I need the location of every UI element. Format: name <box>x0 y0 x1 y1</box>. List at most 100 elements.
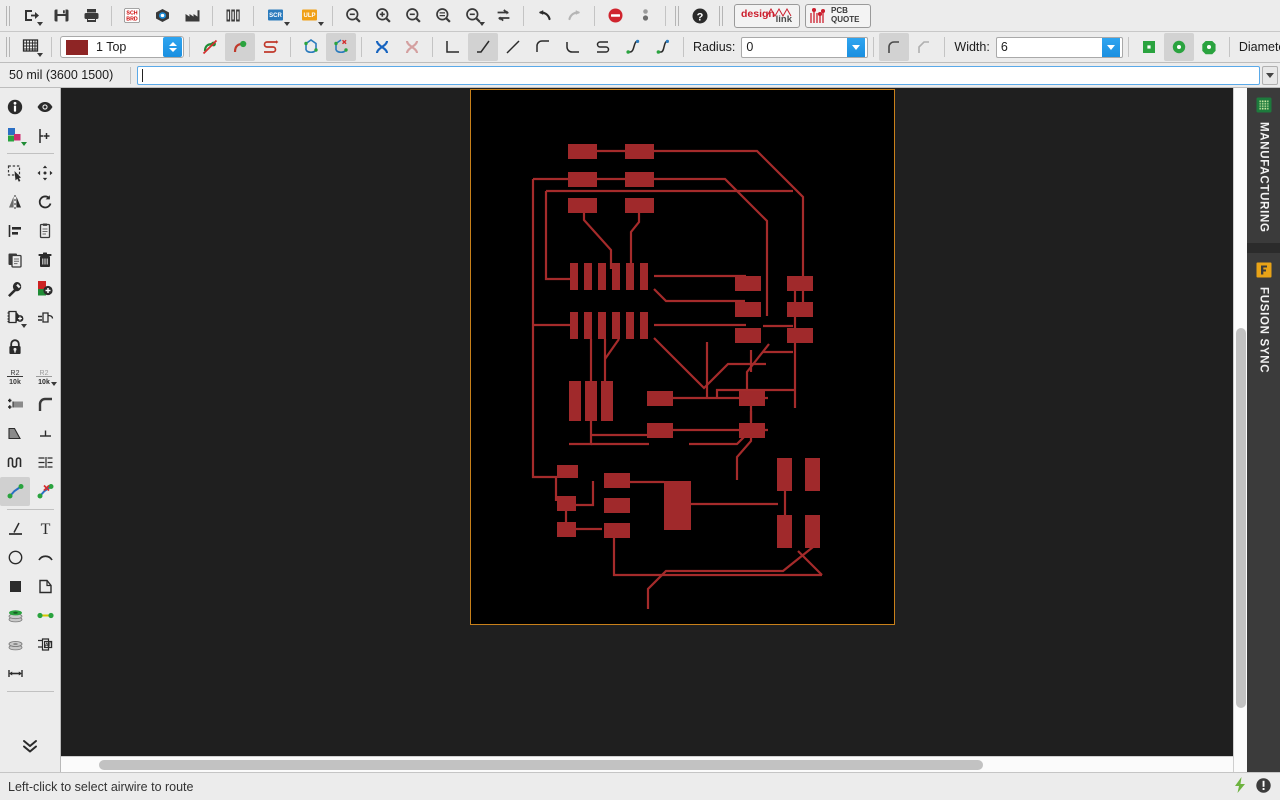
toolbar-drag-handle-3[interactable] <box>717 5 726 27</box>
command-input-box[interactable] <box>137 65 1260 85</box>
smash-tool[interactable] <box>0 390 30 419</box>
move-tool[interactable] <box>30 158 60 187</box>
show-tool[interactable] <box>30 92 60 121</box>
via-round-button[interactable] <box>1163 33 1194 61</box>
options-toolbar-drag-handle[interactable] <box>4 36 13 58</box>
ulp-caret-icon[interactable] <box>318 21 324 26</box>
width-field[interactable] <box>995 36 1123 58</box>
route-mode-straight-button[interactable] <box>367 33 397 61</box>
drc-status-button[interactable] <box>630 2 660 30</box>
value-tool[interactable]: R2 10k <box>30 361 60 390</box>
sidebar-expand-button[interactable] <box>15 731 45 760</box>
route-mode-curved-button[interactable] <box>397 33 427 61</box>
redraw-button[interactable] <box>488 2 518 30</box>
horizontal-scrollbar[interactable] <box>61 756 1233 772</box>
layers-caret-icon[interactable] <box>21 142 27 146</box>
radius-dropdown-button[interactable] <box>847 37 866 57</box>
dock-fusion-sync[interactable]: FUSION SYNC <box>1247 252 1280 772</box>
lock-tool[interactable] <box>0 332 30 361</box>
name-tool[interactable]: R2 10k <box>0 361 30 390</box>
horizontal-scroll-thumb[interactable] <box>99 759 983 770</box>
drc-on-button[interactable] <box>225 33 255 61</box>
notification-icon[interactable] <box>1255 777 1272 797</box>
value-caret-icon[interactable] <box>51 382 57 386</box>
command-input[interactable] <box>143 66 1259 84</box>
text-tool[interactable]: T <box>30 514 60 543</box>
dimension-tool[interactable] <box>0 659 30 688</box>
width-dropdown-button[interactable] <box>1101 37 1120 57</box>
walkaround-button[interactable] <box>255 33 285 61</box>
align-tool[interactable] <box>0 216 30 245</box>
print-button[interactable] <box>76 2 106 30</box>
arc-tool[interactable] <box>30 543 60 572</box>
zoom-selection-button[interactable] <box>428 2 458 30</box>
bend-style-arc-cw-button[interactable] <box>528 33 558 61</box>
via-tool[interactable] <box>0 601 30 630</box>
miter-bevel-button[interactable] <box>909 33 939 61</box>
circle-tool[interactable] <box>0 543 30 572</box>
switch-to-schematic-button[interactable]: SCH BRD <box>117 2 147 30</box>
toolbar-drag-handle[interactable] <box>4 5 13 27</box>
zoom-out-button[interactable] <box>338 2 368 30</box>
pcb-quote-button[interactable]: PCB QUOTE <box>805 3 871 28</box>
delete-tool[interactable] <box>30 245 60 274</box>
add-part-tool[interactable] <box>30 274 60 303</box>
shove-button[interactable] <box>296 33 326 61</box>
bend-style-curved-2-button[interactable] <box>648 33 678 61</box>
power-bolt-icon[interactable] <box>1232 776 1248 797</box>
rotate-tool[interactable] <box>30 187 60 216</box>
bend-style-curved-1-button[interactable] <box>618 33 648 61</box>
airwire-tool[interactable] <box>30 601 60 630</box>
paste-tool[interactable] <box>0 245 30 274</box>
toolbar-drag-handle-2[interactable] <box>673 5 682 27</box>
bend-style-45-button[interactable] <box>468 33 498 61</box>
rectangle-tool[interactable] <box>0 572 30 601</box>
drc-off-button[interactable] <box>195 33 225 61</box>
miter-tool[interactable] <box>30 390 60 419</box>
attribute-tool[interactable]: AT <box>30 630 60 659</box>
length-tool[interactable] <box>30 448 60 477</box>
design-link-button[interactable]: design link <box>734 3 800 28</box>
ripup-tool[interactable] <box>30 477 60 506</box>
script-caret-icon[interactable] <box>284 21 290 26</box>
replace-tool[interactable] <box>0 303 30 332</box>
3d-view-button[interactable] <box>147 2 177 30</box>
zoom-options-button[interactable] <box>458 2 488 30</box>
via-square-button[interactable] <box>1134 33 1164 61</box>
vertical-scroll-thumb[interactable] <box>1236 328 1246 708</box>
meander-tool[interactable] <box>0 448 30 477</box>
package-variant-tool[interactable] <box>30 303 60 332</box>
miter-round-button[interactable] <box>879 33 910 61</box>
mark-tool[interactable] <box>30 121 60 150</box>
spinner-up-icon[interactable] <box>168 42 177 46</box>
split-tool[interactable] <box>0 419 30 448</box>
stop-button[interactable] <box>600 2 630 30</box>
grid-settings-button[interactable] <box>16 33 46 61</box>
command-history-dropdown[interactable] <box>1262 65 1278 85</box>
bend-style-arc-ccw-button[interactable] <box>558 33 588 61</box>
zoom-in-button[interactable] <box>368 2 398 30</box>
layer-spinner[interactable] <box>163 37 182 57</box>
width-input[interactable] <box>996 37 1102 57</box>
radius-field[interactable] <box>741 36 869 58</box>
copy-tool[interactable] <box>30 216 60 245</box>
export-button[interactable] <box>16 2 46 30</box>
mirror-tool[interactable] <box>0 187 30 216</box>
group-tool[interactable] <box>0 158 30 187</box>
info-tool[interactable] <box>0 92 30 121</box>
route-tool[interactable] <box>0 477 30 506</box>
vertical-scrollbar[interactable] <box>1233 88 1247 772</box>
spinner-down-icon[interactable] <box>168 48 177 52</box>
bend-style-free-button[interactable] <box>498 33 528 61</box>
change-tool[interactable] <box>0 274 30 303</box>
via-octagon-button[interactable] <box>1194 33 1224 61</box>
zoom-options-caret-icon[interactable] <box>479 21 485 26</box>
save-button[interactable] <box>46 2 76 30</box>
optimize-tool[interactable] <box>30 419 60 448</box>
bend-style-90-button[interactable] <box>438 33 468 61</box>
manufacturing-button[interactable] <box>177 2 207 30</box>
redo-button[interactable] <box>559 2 589 30</box>
pcb-canvas[interactable] <box>61 88 1233 756</box>
dock-manufacturing[interactable]: MANUFACTURING <box>1247 88 1280 243</box>
grid-caret-icon[interactable] <box>37 53 43 57</box>
